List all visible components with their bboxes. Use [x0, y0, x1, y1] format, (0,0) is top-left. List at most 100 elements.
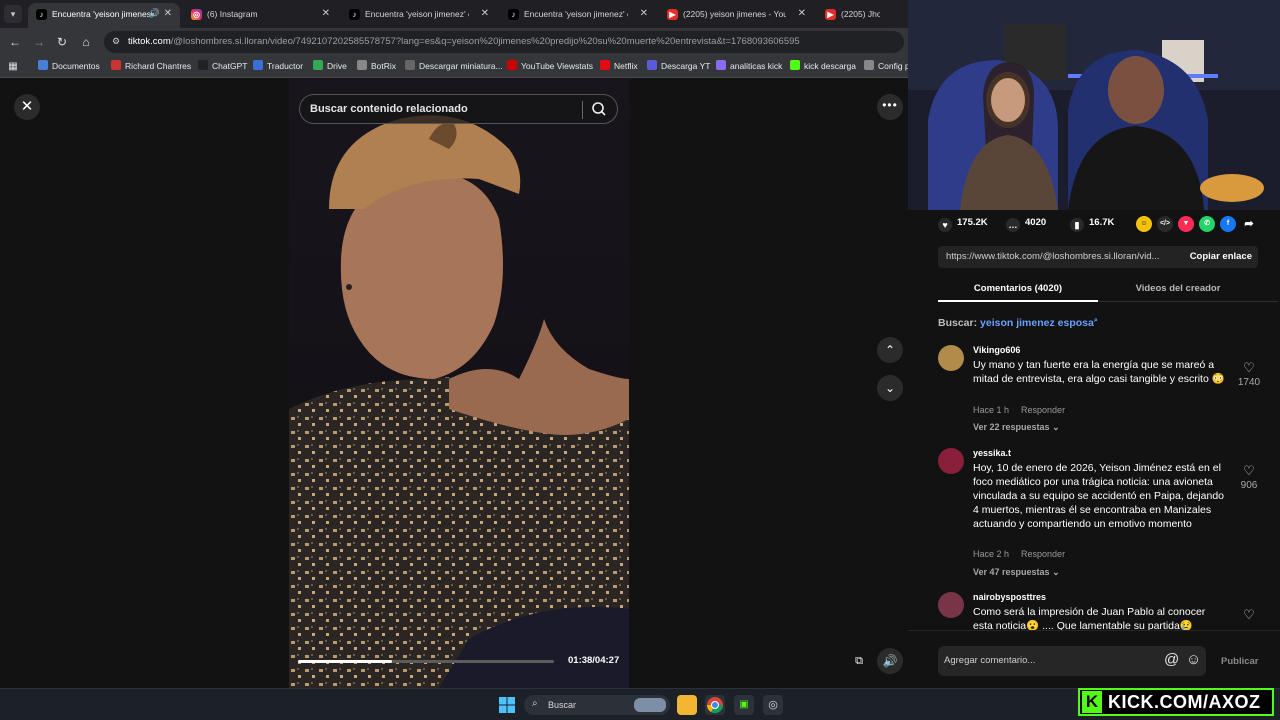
reload-icon[interactable]: ↻: [53, 33, 71, 51]
close-tab-icon[interactable]: ✕: [481, 8, 489, 19]
mention-icon[interactable]: @: [1164, 651, 1179, 668]
close-tab-icon[interactable]: ✕: [798, 8, 806, 19]
bookmark-item[interactable]: Descarga YT: [647, 60, 710, 71]
emoji-icon[interactable]: ☺: [1186, 651, 1201, 668]
bookmark-item[interactable]: Drive: [313, 60, 347, 71]
video-link[interactable]: https://www.tiktok.com/@loshombres.si.ll…: [946, 251, 1172, 262]
tab-search-menu-icon[interactable]: ▾: [4, 5, 22, 23]
file-explorer-icon[interactable]: [677, 695, 697, 715]
apps-grid-icon[interactable]: ▦: [4, 58, 22, 76]
video-progress-fill: [298, 660, 392, 663]
reply-button[interactable]: Responder: [1021, 549, 1065, 559]
comment-like-button[interactable]: ♡ 1740: [1234, 361, 1264, 389]
related-search-suggestion[interactable]: Buscar: yeison jimenez esposa⌕: [938, 317, 1098, 329]
bookmark-label: BotRix: [371, 61, 397, 71]
previous-video-button[interactable]: ⌃: [877, 337, 903, 363]
bookmark-item[interactable]: kick descarga: [790, 60, 856, 71]
bookmark-item[interactable]: Richard Chantres: [111, 60, 191, 71]
taskbar-search[interactable]: ⌕ Buscar: [524, 695, 670, 715]
next-video-button[interactable]: ⌄: [877, 375, 903, 401]
related-search-bar[interactable]: Buscar contenido relacionado: [299, 94, 618, 124]
view-replies-button[interactable]: Ver 47 respuestas ⌄: [973, 567, 1060, 578]
close-video-button[interactable]: ✕: [14, 94, 40, 120]
publish-button[interactable]: Publicar: [1221, 656, 1259, 667]
pip-icon[interactable]: ⧉: [846, 648, 872, 674]
more-options-button[interactable]: •••: [877, 94, 903, 120]
save-count: 16.7K: [1089, 217, 1115, 228]
video-progress-bar[interactable]: [298, 660, 554, 663]
bookmark-label: Traductor: [267, 61, 304, 71]
comment-input[interactable]: Agregar comentario... @ ☺: [938, 646, 1206, 676]
back-arrow-icon[interactable]: ←: [6, 33, 24, 51]
video-time: 01:38/04:27: [568, 655, 620, 666]
search-keyword[interactable]: yeison jimenez esposa: [980, 317, 1094, 329]
bookmark-item[interactable]: Documentos: [38, 60, 100, 71]
browser-tab[interactable]: ♪ Encuentra 'yeison jimenez' en T ✕: [341, 3, 497, 28]
address-bar[interactable]: ⚙ tiktok.com/@loshombres.si.lloran/video…: [104, 31, 904, 53]
whatsapp-icon[interactable]: ✆: [1199, 216, 1215, 232]
bookmark-favicon-icon: [716, 60, 726, 70]
url-path: /@loshombres.si.lloran/video/74921072025…: [170, 36, 800, 47]
browser-tab[interactable]: ▶ (2205) Jhonny Rive: [817, 3, 908, 28]
browser-tab[interactable]: ▶ (2205) yeison jimenes - YouTub ✕: [659, 3, 814, 28]
embed-icon[interactable]: </>: [1157, 216, 1173, 232]
volume-icon[interactable]: 🔊: [877, 648, 903, 674]
home-icon[interactable]: ⌂: [77, 33, 95, 51]
comment-like-button[interactable]: ♡: [1234, 608, 1258, 622]
video-player[interactable]: Buscar contenido relacionado: [289, 79, 629, 688]
save-button[interactable]: ▮ 16.7K: [1070, 217, 1114, 232]
bookmark-item[interactable]: ChatGPT: [198, 60, 247, 71]
avatar[interactable]: [938, 448, 964, 474]
facebook-icon[interactable]: f: [1220, 216, 1236, 232]
bookmark-item[interactable]: Descargar miniatura...: [405, 60, 503, 71]
bookmark-item[interactable]: Traductor: [253, 60, 303, 71]
browser-tab[interactable]: ♪ Encuentra 'yeison jimenes p ✕ 🔊: [28, 3, 180, 28]
comment-button[interactable]: … 4020: [1006, 217, 1046, 232]
avatar[interactable]: [938, 592, 964, 618]
bookmark-item[interactable]: YouTube Viewstats: [507, 60, 593, 71]
obs-icon[interactable]: ◎: [763, 695, 783, 715]
bookmark-item[interactable]: Config p: [864, 60, 910, 71]
heart-outline-icon: ♡: [1243, 463, 1255, 478]
site-info-icon[interactable]: ⚙: [112, 36, 120, 47]
bookmark-item[interactable]: analiticas kick: [716, 60, 782, 71]
copy-link-button[interactable]: Copiar enlace: [1190, 251, 1252, 262]
chrome-icon[interactable]: [705, 695, 725, 715]
view-replies-button[interactable]: Ver 22 respuestas ⌄: [973, 422, 1060, 433]
bookmark-label: analiticas kick: [730, 61, 783, 71]
browser-toolbar: ← → ↻ ⌂ ⚙ tiktok.com/@loshombres.si.llor…: [0, 28, 908, 56]
emoji-share-icon[interactable]: ☺: [1136, 216, 1152, 232]
send-icon[interactable]: ▼: [1178, 216, 1194, 232]
reply-button[interactable]: Responder: [1021, 405, 1065, 415]
bookmarks-bar: ▦ Documentos Richard Chantres ChatGPT Tradu…: [0, 56, 910, 78]
comment-like-count: 1740: [1237, 377, 1261, 388]
comment-username[interactable]: yessika.t: [973, 448, 1011, 458]
share-arrow-icon[interactable]: ➦: [1241, 216, 1257, 232]
tab-strip: ▾ ♪ Encuentra 'yeison jimenes p ✕ 🔊 ◎ (6) Ins…: [0, 0, 908, 28]
like-button[interactable]: ♥ 175.2K: [938, 217, 988, 232]
app-icon[interactable]: ▣: [734, 695, 754, 715]
bookmark-icon: ▮: [1070, 218, 1084, 232]
close-tab-icon[interactable]: ✕: [640, 8, 648, 19]
forward-arrow-icon[interactable]: →: [30, 33, 48, 51]
close-tab-icon[interactable]: ✕: [322, 8, 330, 19]
bookmark-item[interactable]: BotRix: [357, 60, 396, 71]
comment-like-button[interactable]: ♡ 906: [1234, 463, 1264, 492]
bookmark-item[interactable]: Netflix: [600, 60, 638, 71]
taskbar-search-placeholder: Buscar: [548, 700, 577, 710]
browser-tab[interactable]: ♪ Encuentra 'yeison jimenez' en T ✕: [500, 3, 656, 28]
tab-creator-videos[interactable]: Videos del creador: [1098, 283, 1258, 294]
browser-tab[interactable]: ◎ (6) Instagram ✕: [183, 3, 338, 28]
close-tab-icon[interactable]: ✕: [164, 8, 172, 19]
tab-audio-icon[interactable]: 🔊: [149, 8, 160, 19]
comment-username[interactable]: Vikingo606: [973, 345, 1020, 355]
bookmark-favicon-icon: [507, 60, 517, 70]
search-icon[interactable]: [591, 101, 607, 117]
url-host: tiktok.com: [128, 36, 171, 47]
heart-icon: ♥: [938, 218, 952, 232]
tab-comments[interactable]: Comentarios (4020): [938, 283, 1098, 294]
windows-start-icon[interactable]: [499, 697, 515, 713]
bookmark-favicon-icon: [357, 60, 367, 70]
avatar[interactable]: [938, 345, 964, 371]
comment-username[interactable]: nairobysposttres: [973, 592, 1046, 602]
